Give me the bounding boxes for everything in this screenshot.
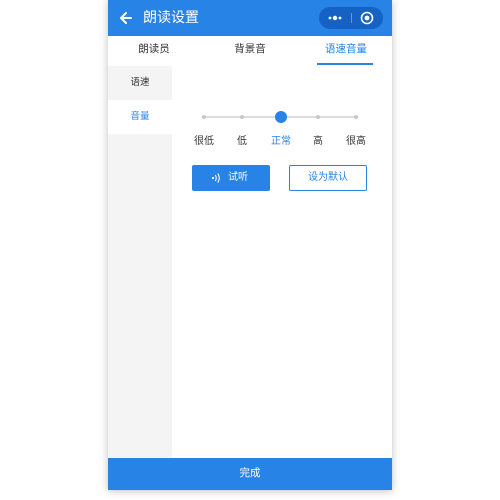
tab-background-music[interactable]: 背景音	[204, 36, 296, 66]
level-label-high: 高	[313, 136, 323, 147]
slider-stop-high[interactable]	[316, 115, 320, 119]
level-label-low: 低	[237, 136, 247, 147]
slider-thumb[interactable]	[275, 111, 287, 123]
level-label-very-high: 很高	[346, 136, 366, 147]
preview-listen-button[interactable]: 试听	[192, 165, 270, 191]
preview-listen-label: 试听	[228, 172, 248, 183]
level-label-very-low: 很低	[194, 136, 214, 147]
phone-screen: 朗读设置 朗读员 背景音 语速音量 语速 音量 很低 低 正常 高 很高 试听 …	[108, 0, 392, 490]
volume-slider[interactable]	[202, 110, 362, 124]
level-label-normal: 正常	[271, 136, 291, 147]
done-button[interactable]: 完成	[108, 458, 392, 490]
tab-narrator[interactable]: 朗读员	[108, 36, 200, 66]
slider-stop-low[interactable]	[240, 115, 244, 119]
back-button[interactable]	[116, 8, 136, 28]
slider-stop-very-high[interactable]	[354, 115, 358, 119]
arrow-left-icon	[120, 12, 132, 24]
slider-stop-very-low[interactable]	[202, 115, 206, 119]
page-title: 朗读设置	[143, 10, 199, 26]
mini-program-capsule	[319, 7, 383, 29]
sidebar-item-speed[interactable]: 语速	[108, 66, 172, 100]
sidebar: 语速 音量	[108, 66, 172, 458]
active-tab-indicator	[317, 63, 373, 65]
more-button[interactable]	[319, 7, 351, 29]
sidebar-item-volume[interactable]: 音量	[108, 100, 172, 134]
set-default-button[interactable]: 设为默认	[289, 165, 367, 191]
volume-panel: 很低 低 正常 高 很高 试听 设为默认	[172, 66, 392, 458]
more-dots-icon	[328, 15, 342, 21]
sound-wave-icon	[211, 173, 220, 183]
close-mini-program-button[interactable]	[352, 7, 383, 29]
tab-speed-volume[interactable]: 语速音量	[300, 36, 392, 66]
tab-bar: 朗读员 背景音 语速音量	[108, 36, 392, 66]
target-circle-icon	[360, 11, 374, 25]
navigation-bar: 朗读设置	[108, 0, 392, 36]
